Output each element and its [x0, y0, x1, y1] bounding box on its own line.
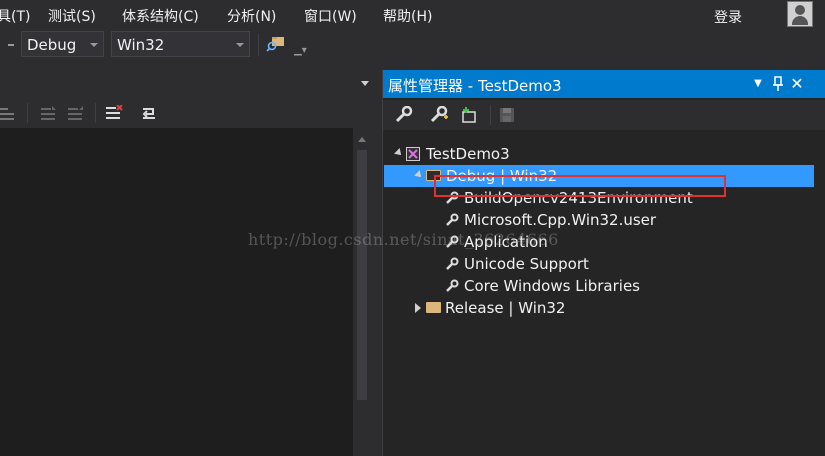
platform-value: Win32 — [117, 36, 165, 54]
scroll-up-icon[interactable] — [358, 137, 366, 142]
watermark: http://blog.csdn.net/sinat_36264666 — [248, 230, 559, 249]
configuration-value: Debug — [27, 36, 77, 54]
vertical-scrollbar[interactable] — [353, 128, 371, 456]
menu-tools[interactable]: 具(T) — [0, 6, 30, 26]
folder-icon — [426, 302, 441, 313]
project-label: TestDemo3 — [426, 145, 510, 163]
toolbar-divider — [95, 103, 96, 123]
property-sheet-label: Microsoft.Cpp.Win32.user — [464, 211, 657, 229]
menu-help[interactable]: 帮助(H) — [383, 6, 432, 26]
expand-arrow-icon[interactable] — [394, 148, 404, 158]
property-sheet-label: Core Windows Libraries — [464, 277, 640, 295]
wrench-icon — [446, 257, 459, 270]
outdent-icon[interactable] — [0, 105, 18, 121]
find-in-files-icon[interactable] — [266, 35, 286, 53]
output-pane[interactable] — [0, 128, 353, 456]
panel-title: 属性管理器 - TestDemo3 — [388, 77, 562, 95]
menu-architecture[interactable]: 体系结构(C) — [122, 6, 199, 26]
toolbar-divider — [490, 105, 491, 125]
wrench-icon — [446, 279, 459, 292]
clear-all-icon[interactable] — [105, 105, 123, 121]
properties-icon[interactable] — [394, 106, 414, 124]
platform-dropdown[interactable]: Win32 — [111, 31, 250, 57]
toolbar-grip-icon — [8, 44, 14, 46]
expand-arrow-icon[interactable] — [414, 170, 424, 180]
word-wrap-icon[interactable] — [141, 105, 159, 121]
property-manager-panel: 属性管理器 - TestDemo3 ▼ ✕ TestDemo3 Debug | … — [382, 70, 825, 456]
collapse-arrow-icon[interactable] — [415, 303, 421, 313]
wrench-icon — [446, 213, 459, 226]
property-sheet-label: Unicode Support — [464, 255, 589, 273]
chevron-down-icon — [236, 43, 244, 47]
tree-node-config[interactable]: Release | Win32 — [383, 297, 825, 319]
toolbar-divider — [258, 34, 259, 56]
configuration-dropdown[interactable]: Debug — [21, 31, 104, 57]
scrollbar-thumb[interactable] — [357, 150, 367, 400]
menu-test[interactable]: 测试(S) — [48, 6, 96, 26]
config-label: Release | Win32 — [445, 299, 566, 317]
project-icon — [406, 147, 420, 161]
menu-window[interactable]: 窗口(W) — [304, 6, 357, 26]
property-manager-toolbar — [383, 100, 825, 130]
chevron-down-icon — [90, 43, 98, 47]
highlight-annotation — [434, 175, 726, 197]
tree-node-project[interactable]: TestDemo3 — [383, 143, 825, 165]
window-position-icon[interactable]: ▼ — [750, 75, 766, 93]
menu-analyze[interactable]: 分析(N) — [227, 6, 276, 26]
avatar-icon[interactable] — [787, 1, 813, 27]
comment-icon[interactable] — [39, 105, 57, 121]
left-pane-toolbar — [0, 98, 379, 128]
chevron-down-icon[interactable] — [361, 81, 369, 86]
add-new-property-sheet-icon[interactable] — [429, 106, 449, 124]
close-icon[interactable]: ✕ — [789, 75, 805, 93]
tree-node-property-sheet[interactable]: Unicode Support — [383, 253, 825, 275]
save-icon[interactable] — [497, 106, 517, 124]
pin-icon[interactable] — [770, 75, 786, 93]
toolbar-divider — [27, 103, 28, 123]
menu-bar: 具(T) 测试(S) 体系结构(C) 分析(N) 窗口(W) 帮助(H) 登录 — [0, 0, 825, 30]
left-pane-header — [0, 72, 379, 96]
main-toolbar: Debug Win32 ▁▾ — [0, 30, 825, 60]
panel-title-bar[interactable]: 属性管理器 - TestDemo3 ▼ ✕ — [383, 70, 825, 98]
add-existing-property-sheet-icon[interactable] — [459, 106, 479, 124]
tree-node-property-sheet[interactable]: Core Windows Libraries — [383, 275, 825, 297]
tree-node-property-sheet[interactable]: Microsoft.Cpp.Win32.user — [383, 209, 825, 231]
toolbar-overflow-icon[interactable]: ▁▾ — [294, 45, 307, 56]
login-link[interactable]: 登录 — [714, 7, 742, 27]
uncomment-icon[interactable] — [66, 105, 84, 121]
